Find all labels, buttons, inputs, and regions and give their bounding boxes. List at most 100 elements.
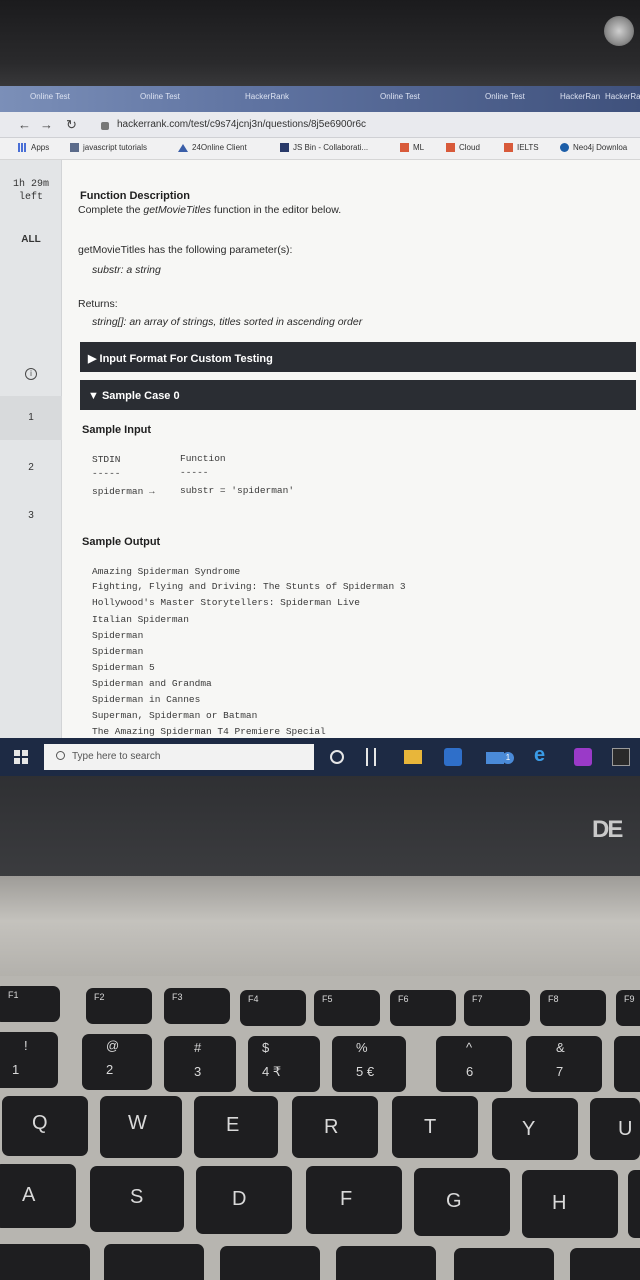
folder-icon — [70, 143, 79, 152]
output-line: Amazing Spiderman Syndrome — [92, 566, 241, 577]
search-icon — [56, 751, 65, 760]
sample-input-label: Sample Input — [82, 424, 152, 436]
key-1[interactable]: ! 1 — [0, 1032, 58, 1088]
store-icon[interactable] — [444, 748, 462, 766]
bookmark-ml[interactable]: ML — [400, 143, 424, 152]
bookmark-apps[interactable]: Apps — [18, 143, 49, 152]
key-label: F2 — [94, 992, 105, 1002]
taskbar-search-box[interactable]: Type here to search — [44, 744, 314, 770]
key-f1[interactable]: F1 — [0, 986, 60, 1022]
bookmark-jsbin[interactable]: JS Bin - Collaborati... — [280, 143, 368, 152]
timer-value: 1h 29m — [12, 179, 49, 190]
key-label: Y — [522, 1118, 536, 1140]
key-c[interactable] — [220, 1246, 320, 1280]
key-h[interactable]: H — [522, 1170, 618, 1238]
key-z[interactable] — [0, 1244, 90, 1280]
sidebar-question-1[interactable]: 1 — [0, 396, 62, 440]
key-d[interactable]: D — [196, 1166, 292, 1234]
key-x[interactable] — [104, 1244, 204, 1280]
key-label: F6 — [398, 994, 409, 1004]
browser-tab[interactable]: HackerRank — [605, 92, 640, 108]
key-4[interactable]: $ 4 ₹ — [248, 1036, 320, 1092]
terminal-icon[interactable] — [612, 748, 630, 766]
key-v[interactable] — [336, 1246, 436, 1280]
intellij-icon[interactable] — [574, 748, 592, 766]
task-view-icon[interactable] — [366, 748, 376, 766]
bookmark-24online[interactable]: 24Online Client — [178, 143, 247, 152]
windows-taskbar: Type here to search 1 e — [0, 738, 640, 776]
laptop-bezel-bottom: DE — [0, 776, 640, 886]
neo4j-icon — [560, 143, 569, 152]
key-g[interactable]: G — [414, 1168, 510, 1236]
key-8[interactable] — [614, 1036, 640, 1092]
key-f3[interactable]: F3 — [164, 988, 230, 1024]
browser-tab[interactable]: Online Test — [380, 92, 450, 108]
key-3[interactable]: # 3 — [164, 1036, 236, 1092]
reload-icon[interactable]: ↻ — [66, 117, 77, 133]
question-number: 1 — [28, 412, 34, 423]
browser-tab[interactable]: Online Test — [485, 92, 545, 108]
output-line: Spiderman — [92, 646, 144, 657]
key-2[interactable]: @ 2 — [82, 1034, 152, 1090]
key-b[interactable] — [454, 1248, 554, 1280]
key-r[interactable]: R — [292, 1096, 378, 1158]
bookmark-label: ML — [413, 143, 425, 152]
bookmark-label: JS Bin - Collaborati... — [293, 143, 369, 152]
browser-tab[interactable]: Online Test — [30, 92, 110, 108]
back-arrow-icon[interactable]: ← — [18, 117, 31, 132]
sidebar-question-3[interactable]: 3 — [0, 496, 62, 540]
bookmark-label: Cloud — [459, 143, 480, 152]
key-shift-label: # — [194, 1040, 202, 1055]
url-field[interactable]: hackerrank.com/test/c9s74jcnj3n/question… — [117, 119, 366, 130]
file-explorer-icon[interactable] — [404, 750, 422, 764]
key-label: F9 — [624, 994, 635, 1004]
forward-arrow-icon[interactable]: → — [40, 117, 53, 132]
key-f7[interactable]: F7 — [464, 990, 530, 1026]
windows-start-icon[interactable] — [14, 750, 28, 764]
key-f2[interactable]: F2 — [86, 988, 152, 1024]
browser-tab[interactable]: Online Test — [140, 92, 230, 108]
cortana-icon[interactable] — [330, 750, 344, 764]
key-s[interactable]: S — [90, 1166, 184, 1232]
sidebar-question-2[interactable]: 2 — [0, 446, 62, 490]
key-f[interactable]: F — [306, 1166, 402, 1234]
key-w[interactable]: W — [100, 1096, 182, 1158]
bookmark-ielts[interactable]: IELTS — [504, 143, 539, 152]
browser-tab[interactable]: HackerRank — [560, 92, 600, 108]
key-q[interactable]: Q — [2, 1096, 88, 1156]
key-7[interactable]: & 7 — [526, 1036, 602, 1092]
key-f9[interactable]: F9 — [616, 990, 640, 1026]
key-f6[interactable]: F6 — [390, 990, 456, 1026]
jsbin-icon — [280, 143, 289, 152]
key-label: H — [552, 1192, 567, 1214]
key-n[interactable] — [570, 1248, 640, 1280]
key-6[interactable]: ^ 6 — [436, 1036, 512, 1092]
sample-case-bar[interactable]: ▼ Sample Case 0 — [80, 380, 636, 410]
key-j[interactable] — [628, 1170, 640, 1238]
output-line: Fighting, Flying and Driving: The Stunts… — [92, 581, 406, 592]
browser-tab[interactable]: HackerRank — [245, 92, 315, 108]
key-5[interactable]: % 5 € — [332, 1036, 406, 1092]
bookmark-neo4j[interactable]: Neo4j Downloa — [560, 143, 627, 152]
key-label: F5 — [322, 994, 333, 1004]
key-a[interactable]: A — [0, 1164, 76, 1228]
edge-icon[interactable]: e — [534, 744, 552, 766]
key-t[interactable]: T — [392, 1096, 478, 1158]
bookmark-cloud[interactable]: Cloud — [446, 143, 480, 152]
bookmark-javascript-tutorials[interactable]: javascript tutorials — [70, 143, 147, 152]
input-format-bar[interactable]: ▶ Input Format For Custom Testing — [80, 342, 636, 372]
timer-label: left — [18, 192, 43, 203]
browser-tab-bar: Online Test Online Test HackerRank Onlin… — [0, 86, 640, 112]
sidebar-item-all[interactable]: ALL — [0, 234, 62, 245]
webcam — [604, 16, 634, 46]
output-line: Spiderman 5 — [92, 662, 155, 673]
key-e[interactable]: E — [194, 1096, 278, 1158]
key-f4[interactable]: F4 — [240, 990, 306, 1026]
key-f5[interactable]: F5 — [314, 990, 380, 1026]
key-u[interactable]: U — [590, 1098, 640, 1160]
key-f8[interactable]: F8 — [540, 990, 606, 1026]
key-shift-label: $ — [262, 1040, 270, 1055]
function-separator: ----- — [180, 467, 209, 478]
key-y[interactable]: Y — [492, 1098, 578, 1160]
info-icon[interactable]: i — [25, 368, 37, 380]
